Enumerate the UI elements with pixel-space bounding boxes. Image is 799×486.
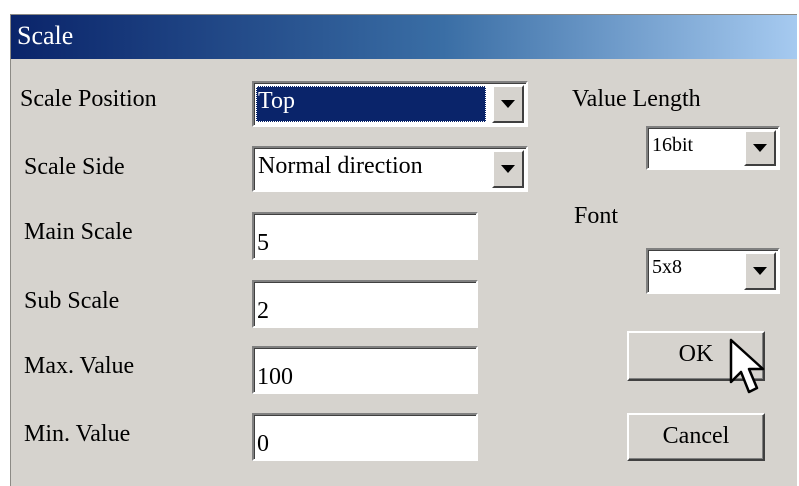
main-scale-value: 5	[257, 230, 269, 256]
max-value-value: 100	[257, 364, 293, 390]
value-length-dropdown-button[interactable]	[744, 130, 776, 166]
scale-position-select[interactable]: Top	[252, 81, 528, 127]
value-length-label: Value Length	[572, 86, 701, 112]
min-value-value: 0	[257, 431, 269, 457]
chevron-down-icon	[753, 267, 767, 275]
scale-side-dropdown-button[interactable]	[492, 150, 524, 188]
scale-side-label: Scale Side	[24, 154, 125, 180]
min-value-input[interactable]: 0	[252, 413, 478, 461]
value-length-value: 16bit	[652, 134, 694, 156]
font-dropdown-button[interactable]	[744, 252, 776, 290]
font-select[interactable]: 5x8	[646, 248, 780, 294]
main-scale-input[interactable]: 5	[252, 212, 478, 260]
chevron-down-icon	[501, 165, 515, 173]
mouse-pointer-icon	[729, 338, 765, 394]
scale-side-value: Normal direction	[258, 153, 423, 179]
sub-scale-input[interactable]: 2	[252, 280, 478, 328]
max-value-input[interactable]: 100	[252, 346, 478, 394]
title-bar: Scale	[11, 15, 797, 59]
max-value-label: Max. Value	[24, 353, 135, 379]
scale-side-select[interactable]: Normal direction	[252, 146, 528, 192]
font-value: 5x8	[652, 256, 682, 278]
scale-position-dropdown-button[interactable]	[492, 85, 524, 123]
scale-position-label: Scale Position	[20, 86, 157, 112]
sub-scale-label: Sub Scale	[24, 288, 120, 314]
scale-position-value: Top	[256, 86, 486, 122]
sub-scale-value: 2	[257, 298, 269, 324]
window-title: Scale	[17, 21, 74, 50]
main-scale-label: Main Scale	[24, 219, 133, 245]
cancel-button[interactable]: Cancel	[627, 413, 765, 461]
value-length-select[interactable]: 16bit	[646, 126, 780, 170]
chevron-down-icon	[501, 100, 515, 108]
font-label: Font	[574, 203, 619, 229]
cancel-button-label: Cancel	[662, 423, 730, 449]
min-value-label: Min. Value	[24, 421, 131, 447]
chevron-down-icon	[753, 144, 767, 152]
